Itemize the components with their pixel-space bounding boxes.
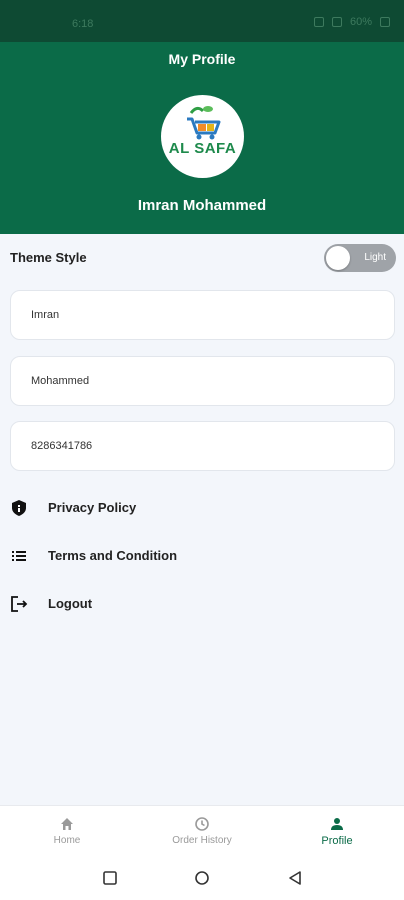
home-circle-icon[interactable] — [194, 870, 210, 886]
signal-icon — [331, 17, 342, 27]
person-icon — [331, 818, 343, 830]
wifi-icon — [313, 17, 324, 27]
logout-icon — [11, 596, 28, 612]
nav-home-label: Home — [53, 835, 81, 846]
theme-toggle-label: Light — [364, 252, 386, 263]
history-icon — [195, 817, 209, 831]
first-name-input[interactable] — [31, 291, 371, 339]
page-title: My Profile — [168, 51, 236, 67]
status-icons: 60% — [313, 16, 390, 28]
nav-order-history-label: Order History — [172, 835, 232, 846]
menu-item-terms[interactable]: Terms and Condition — [10, 545, 396, 569]
user-name: Imran Mohammed — [137, 197, 267, 214]
logout-label: Logout — [48, 596, 93, 611]
nav-home[interactable]: Home — [7, 816, 127, 846]
last-name-input[interactable] — [31, 357, 371, 405]
theme-style-label: Theme Style — [10, 250, 87, 265]
shield-icon — [12, 500, 26, 516]
recents-icon[interactable] — [102, 870, 118, 886]
phone-input[interactable] — [31, 422, 371, 470]
theme-toggle[interactable]: Light — [324, 244, 396, 272]
first-name-field[interactable] — [10, 290, 395, 340]
nav-profile[interactable]: Profile — [277, 816, 397, 847]
back-icon[interactable] — [287, 870, 303, 886]
brand-name: AL SAFA — [168, 140, 237, 157]
terms-label: Terms and Condition — [48, 548, 178, 563]
battery-icon — [380, 17, 390, 27]
menu-item-logout[interactable]: Logout — [10, 593, 396, 617]
toggle-knob — [326, 246, 350, 270]
status-time: 6:18 — [72, 18, 94, 30]
battery-percent: 60% — [349, 16, 372, 28]
home-icon — [61, 818, 73, 830]
phone-field[interactable] — [10, 421, 395, 471]
bottom-navigation: Home Order History Profile — [0, 805, 404, 860]
avatar[interactable]: AL SAFA — [161, 95, 244, 178]
nav-profile-label: Profile — [321, 835, 353, 847]
menu-item-privacy-policy[interactable]: Privacy Policy — [10, 497, 396, 521]
status-bar: 6:18 60% — [0, 0, 404, 42]
cart-logo-icon — [187, 106, 221, 140]
profile-header: My Profile AL SAFA Imran Mohammed — [0, 42, 404, 234]
nav-order-history[interactable]: Order History — [142, 816, 262, 846]
theme-style-row: Theme Style Light — [10, 244, 396, 272]
privacy-policy-label: Privacy Policy — [48, 500, 137, 515]
system-navigation-bar — [0, 860, 404, 900]
list-icon — [12, 551, 26, 561]
last-name-field[interactable] — [10, 356, 395, 406]
